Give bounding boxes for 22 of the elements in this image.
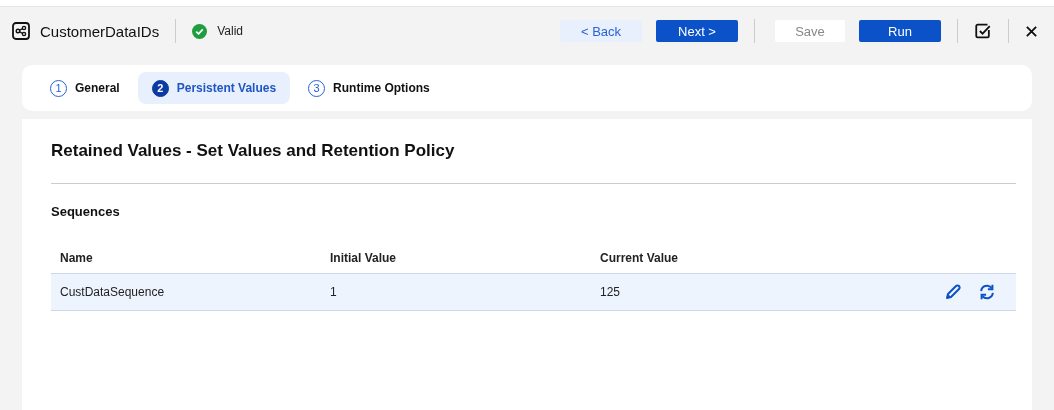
step-tab[interactable]: 3 Runtime Options xyxy=(294,72,444,104)
step-tab[interactable]: 1 General xyxy=(36,72,134,104)
status-label: Valid xyxy=(217,24,243,38)
column-header: Initial Value xyxy=(330,251,398,265)
step-tab[interactable]: 2 Persistent Values xyxy=(137,72,291,104)
table-cell-text: 125 xyxy=(600,285,622,299)
toolbar-button[interactable]: Run xyxy=(859,20,941,42)
table-cell-text: CustDataSequence xyxy=(60,285,166,299)
section-title: Retained Values - Set Values and Retention Policy xyxy=(51,141,456,161)
toolbar-button[interactable]: Next > xyxy=(656,20,738,42)
refresh-icon[interactable] xyxy=(978,283,996,301)
table-row[interactable]: CustDataSequence 1 125 xyxy=(51,273,1016,311)
section-subtitle: Sequences xyxy=(51,204,121,219)
table-cell-text: 1 xyxy=(330,285,338,299)
column-header: Current Value xyxy=(600,251,680,265)
edit-icon[interactable] xyxy=(944,283,962,301)
toolbar-button[interactable]: < Back xyxy=(560,20,642,42)
close-icon[interactable] xyxy=(1025,24,1038,38)
column-header: Name xyxy=(60,251,94,265)
flow-icon xyxy=(12,22,30,40)
window-title: CustomerDataIDs xyxy=(40,22,160,40)
checklist-icon[interactable] xyxy=(974,22,992,40)
